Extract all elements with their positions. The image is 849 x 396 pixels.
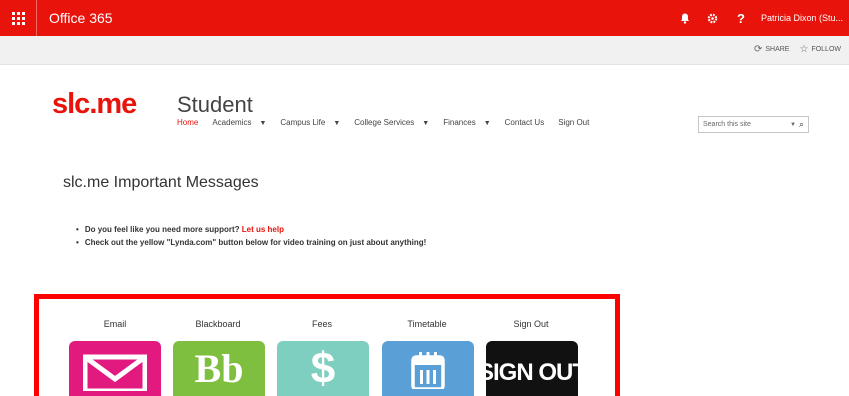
- app-launcher-button[interactable]: [0, 0, 36, 36]
- dollar-icon: $: [310, 344, 336, 393]
- search-input[interactable]: Search this site: [699, 121, 790, 128]
- suite-bar: Office 365 ? Patricia Dixon (Stu...: [0, 0, 849, 36]
- blackboard-tile[interactable]: Bb: [173, 341, 265, 396]
- nav-item-label: Home: [177, 118, 199, 127]
- fees-tile[interactable]: $: [277, 341, 369, 396]
- share-icon: ⟳: [753, 44, 763, 55]
- important-messages-list: • Do you feel like you need more support?…: [76, 225, 426, 251]
- help-icon: ?: [736, 10, 745, 26]
- sign-out-tile[interactable]: SIGN OUT: [486, 341, 578, 396]
- notifications-button[interactable]: [671, 0, 699, 36]
- tile-label-timetable: Timetable: [407, 319, 447, 329]
- nav-item-finances[interactable]: Finances ▼: [443, 118, 490, 127]
- ribbon-actions: ⟳ SHARE ☆ FOLLOW: [754, 44, 841, 55]
- gear-icon: [708, 13, 718, 23]
- tile-label-fees: Fees: [311, 319, 332, 329]
- timetable-tile[interactable]: [382, 341, 474, 396]
- caret-down-icon: ▼: [422, 120, 430, 127]
- envelope-icon: [83, 354, 147, 391]
- list-item: • Do you feel like you need more support?…: [76, 225, 284, 234]
- bell-icon: [680, 13, 689, 24]
- nav-item-home[interactable]: Home: [177, 118, 198, 127]
- nav-item-academics[interactable]: Academics ▼: [212, 118, 266, 127]
- message-text: Check out the yellow "Lynda.com" button …: [84, 238, 427, 247]
- nav-item-campus-life[interactable]: Campus Life ▼: [280, 118, 340, 127]
- site-search: Search this site ▼ ⌕: [698, 116, 809, 133]
- nav-item-label: College Services: [354, 118, 415, 127]
- page-title: slc.me Important Messages: [63, 174, 259, 191]
- let-us-help-link[interactable]: Let us help: [242, 225, 284, 234]
- message-text: Do you feel like you need more support?: [84, 225, 240, 234]
- nav-item-sign-out[interactable]: Sign Out: [558, 118, 589, 127]
- share-label: SHARE: [765, 46, 790, 53]
- nav-item-label: Finances: [443, 118, 476, 127]
- caret-down-icon: ▼: [259, 120, 267, 127]
- tile-label-blackboard: Blackboard: [195, 319, 241, 329]
- suite-bar-actions: ? Patricia Dixon (Stu...: [671, 0, 849, 36]
- list-item: • Check out the yellow "Lynda.com" button…: [76, 238, 427, 247]
- follow-button[interactable]: ☆ FOLLOW: [799, 44, 841, 55]
- nav-item-label: Contact Us: [504, 118, 545, 127]
- nav-item-label: Sign Out: [558, 118, 590, 127]
- follow-label: FOLLOW: [811, 46, 841, 53]
- nav-item-contact-us[interactable]: Contact Us: [505, 118, 545, 127]
- caret-down-icon: ▼: [483, 120, 491, 127]
- nav-item-label: Academics: [212, 118, 252, 127]
- office365-brand[interactable]: Office 365: [36, 0, 113, 36]
- tile-label-sign-out: Sign Out: [513, 319, 549, 329]
- app-launcher-icon: [11, 11, 25, 25]
- sign-out-icon: SIGN OUT: [486, 359, 578, 386]
- site-logo[interactable]: slc.me: [52, 88, 137, 121]
- star-icon: ☆: [799, 44, 809, 55]
- user-name-button[interactable]: Patricia Dixon (Stu...: [755, 0, 849, 36]
- tile-label-email: Email: [103, 319, 127, 329]
- calendar-icon: [411, 352, 445, 389]
- caret-down-icon: ▼: [333, 120, 341, 127]
- nav-item-label: Campus Life: [280, 118, 326, 127]
- top-navigation: Home Academics ▼ Campus Life ▼ College Ser…: [177, 118, 603, 127]
- nav-item-college-services[interactable]: College Services ▼: [354, 118, 429, 127]
- site-title[interactable]: Student: [177, 92, 253, 118]
- help-button[interactable]: ?: [727, 0, 755, 36]
- email-tile[interactable]: [69, 341, 161, 396]
- search-icon[interactable]: ⌕: [799, 119, 804, 130]
- ribbon-bar: ⟳ SHARE ☆ FOLLOW: [0, 36, 849, 65]
- search-scope-dropdown-icon[interactable]: ▼: [790, 122, 796, 128]
- blackboard-icon: Bb: [194, 346, 244, 391]
- settings-button[interactable]: [699, 0, 727, 36]
- share-button[interactable]: ⟳ SHARE: [754, 44, 790, 55]
